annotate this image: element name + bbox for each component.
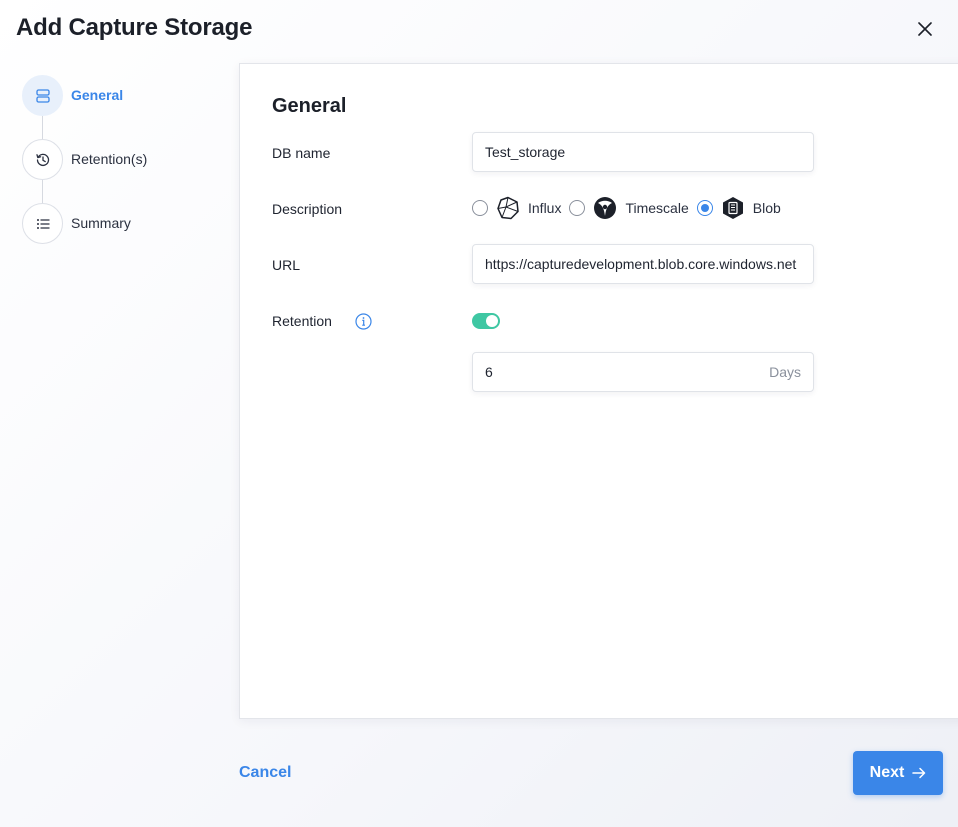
- arrow-right-icon: [912, 766, 926, 780]
- radio-label: Blob: [752, 200, 781, 216]
- retention-label: Retention: [272, 313, 332, 329]
- retention-days-value: 6: [485, 364, 493, 380]
- step-summary[interactable]: Summary: [22, 203, 222, 267]
- close-button[interactable]: [914, 18, 936, 40]
- info-icon[interactable]: [354, 312, 372, 330]
- section-title: General: [272, 95, 347, 117]
- radio-button[interactable]: [569, 200, 586, 216]
- timescale-logo-icon: [593, 196, 617, 220]
- description-radio-group: Influx Timescale Blob: [472, 196, 789, 220]
- step-connector: [42, 116, 43, 139]
- list-icon: [22, 203, 63, 244]
- radio-option-influx[interactable]: Influx: [472, 196, 561, 220]
- url-input[interactable]: https://capturedevelopment.blob.core.win…: [472, 244, 814, 284]
- step-label: Summary: [71, 215, 131, 231]
- url-value: https://capturedevelopment.blob.core.win…: [485, 256, 797, 272]
- cancel-button[interactable]: Cancel: [239, 764, 291, 782]
- radio-button-checked[interactable]: [696, 200, 713, 216]
- retention-toggle[interactable]: [472, 313, 500, 329]
- form-card: General DB name Test_storage Description…: [239, 63, 958, 719]
- radio-option-blob[interactable]: Blob: [696, 196, 781, 220]
- dialog-title: Add Capture Storage: [16, 14, 253, 41]
- close-icon: [918, 22, 932, 36]
- description-label: Description: [272, 201, 343, 217]
- influx-logo-icon: [496, 196, 520, 220]
- db-name-label: DB name: [272, 145, 331, 161]
- stepper: General Retention(s) Summary: [22, 75, 222, 267]
- db-name-value: Test_storage: [485, 144, 566, 160]
- days-unit-label: Days: [769, 364, 801, 380]
- history-icon: [22, 139, 63, 180]
- next-button[interactable]: Next: [853, 751, 943, 795]
- radio-option-timescale[interactable]: Timescale: [569, 196, 689, 220]
- retention-days-input[interactable]: 6 Days: [472, 352, 814, 392]
- url-label: URL: [272, 257, 301, 273]
- step-connector: [42, 180, 43, 203]
- step-label: Retention(s): [71, 151, 148, 167]
- db-name-input[interactable]: Test_storage: [472, 132, 814, 172]
- step-retention[interactable]: Retention(s): [22, 139, 222, 203]
- server-icon: [22, 75, 63, 116]
- blob-logo-icon: [721, 196, 745, 220]
- next-label: Next: [869, 764, 905, 781]
- radio-label: Timescale: [625, 200, 689, 216]
- radio-label: Influx: [528, 200, 562, 216]
- radio-button[interactable]: [472, 200, 488, 216]
- step-general[interactable]: General: [22, 75, 222, 139]
- step-label: General: [71, 87, 124, 103]
